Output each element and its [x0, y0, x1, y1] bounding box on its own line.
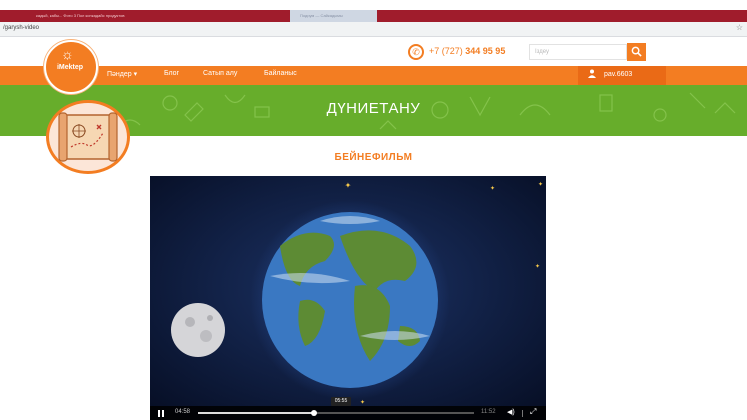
video-frame: ✦ ✦ ✦ ✦ ✦	[150, 176, 546, 420]
progress-fill	[198, 412, 314, 414]
address-bar-url[interactable]: /garysh-video	[3, 25, 39, 31]
logo-text[interactable]: iMektep	[48, 64, 92, 71]
svg-text:✦: ✦	[490, 185, 495, 192]
pause-icon[interactable]	[158, 410, 160, 417]
progress-handle[interactable]	[310, 410, 317, 416]
address-bar[interactable]	[0, 22, 747, 37]
browser-tabstrip-fill	[377, 10, 747, 22]
nav-item-contact[interactable]: Байланыс	[264, 70, 297, 77]
user-icon	[588, 69, 596, 80]
hover-time-tooltip: 05:55	[331, 397, 351, 406]
phone-prefix: +7 (727)	[429, 46, 466, 56]
nav-item-subjects[interactable]: Пәндер ▾	[107, 70, 137, 78]
svg-text:✦: ✦	[535, 263, 540, 270]
fullscreen-icon[interactable]: ⤢	[530, 407, 536, 417]
phone-number[interactable]: +7 (727) 344 95 95	[429, 46, 505, 56]
svg-text:✦: ✦	[538, 181, 543, 188]
nav-item-buy[interactable]: Сатып алу	[203, 70, 237, 77]
sun-icon: ☼	[61, 46, 74, 62]
star-icon[interactable]: ☆	[736, 23, 743, 32]
username[interactable]: pav.6603	[604, 71, 632, 78]
duration: 11:52	[481, 409, 496, 415]
map-scroll-icon	[58, 112, 118, 162]
svg-text:✦: ✦	[360, 399, 365, 406]
search-icon	[631, 46, 642, 57]
browser-tab-title[interactable]: кадый, кабы... Фото 3 Пол конкадайс прод…	[36, 13, 276, 18]
phone-digits: 344 95 95	[465, 46, 506, 56]
volume-icon[interactable]: ◀)	[507, 408, 515, 416]
video-player[interactable]: ✦ ✦ ✦ ✦ ✦	[150, 176, 546, 420]
nav-item-blog[interactable]: Блог	[164, 70, 179, 77]
search-input[interactable]: Іздеу	[529, 44, 627, 60]
search-button[interactable]	[627, 43, 646, 61]
browser-tab-inactive-title[interactable]: Подиум — Сайкадымы	[300, 13, 370, 18]
svg-text:✦: ✦	[345, 181, 352, 190]
current-time: 04:58	[175, 409, 191, 415]
phone-icon: ✆	[408, 44, 424, 60]
pause-icon-bar[interactable]	[162, 410, 164, 417]
controls-divider	[522, 410, 523, 417]
subject-icon	[46, 100, 130, 174]
